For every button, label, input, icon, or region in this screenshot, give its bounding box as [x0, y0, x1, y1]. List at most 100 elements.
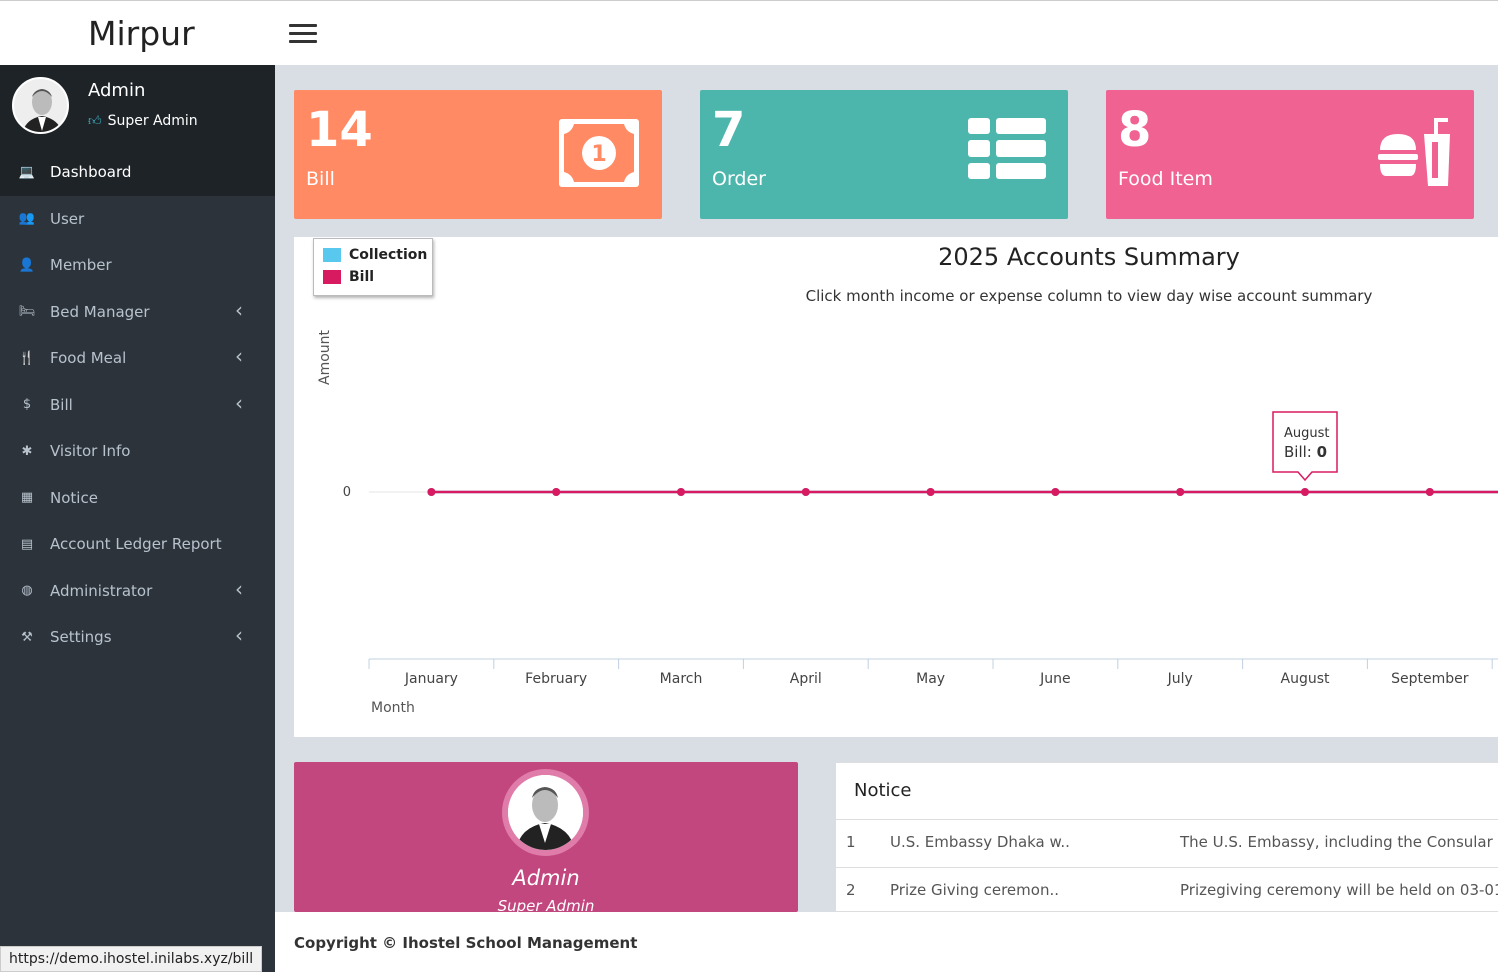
x-tick-label: April	[790, 671, 822, 687]
sidebar-item-label: Bed Manager	[50, 302, 150, 321]
sidebar-item-administrator[interactable]: ◍ Administrator ‹	[0, 568, 275, 615]
sidebar-item-food-meal[interactable]: 🍴 Food Meal ‹	[0, 335, 275, 382]
bill-count: 14	[306, 102, 373, 158]
data-point-bill	[677, 488, 685, 496]
sidebar-item-settings[interactable]: ⚒ Settings ‹	[0, 614, 275, 661]
gavel-icon: ⚒	[21, 629, 33, 645]
notice-panel: Notice 1 U.S. Embassy Dhaka w.. The U.S.…	[835, 762, 1498, 912]
notice-desc-cell: Prizegiving ceremony will be held on 03-…	[1180, 881, 1498, 899]
notice-title-cell: U.S. Embassy Dhaka w..	[890, 833, 1070, 851]
sidebar-item-label: Account Ledger Report	[50, 535, 222, 554]
sidebar: Admin 👍︎ Super Admin 💻 Dashboard 👥 User 👤 Memb…	[0, 65, 275, 972]
notice-number: 1	[846, 833, 856, 851]
profile-card: Admin Super Admin	[294, 762, 798, 915]
chart-title: 2025 Accounts Summary	[938, 243, 1240, 271]
sidebar-item-label: Notice	[50, 488, 98, 507]
calendar-icon: ▦	[20, 490, 34, 506]
list-icon	[968, 118, 1046, 184]
fast-food-icon	[1376, 118, 1454, 192]
order-count: 7	[712, 102, 746, 158]
tooltip-value: Bill: 0	[1284, 443, 1327, 461]
sidebar-item-label: Food Meal	[50, 349, 127, 368]
copyright-text: Copyright © Ihostel School Management	[294, 934, 638, 952]
menu-toggle-icon[interactable]	[289, 24, 317, 44]
sidebar-item-member[interactable]: 👤 Member	[0, 242, 275, 289]
data-point-bill	[1425, 488, 1434, 496]
brand-logo[interactable]: Mirpur	[88, 14, 195, 53]
sidebar-menu: 💻 Dashboard 👥 User 👤 Member 🛏 Bed Manager ‹ 🍴 Food…	[0, 149, 275, 661]
legend-swatch	[323, 248, 341, 262]
data-point-bill	[427, 488, 436, 496]
footer: Copyright © Ihostel School Management	[275, 912, 1498, 972]
table-row[interactable]: 2 Prize Giving ceremon.. Prizegiving cer…	[836, 868, 1498, 911]
data-point-bill	[1301, 488, 1309, 496]
notice-number: 2	[846, 881, 856, 899]
accounts-summary-chart: January February March April May June July Augu…	[294, 237, 1498, 737]
x-tick-label: September	[1391, 671, 1469, 687]
sidebar-item-bed-manager[interactable]: 🛏 Bed Manager ‹	[0, 289, 275, 336]
chevron-left-icon: ‹	[235, 344, 243, 368]
legend-item-collection[interactable]: Collection	[323, 247, 427, 263]
stat-card-bill[interactable]: 14 Bill 1	[294, 90, 662, 219]
notice-title-cell: Prize Giving ceremon..	[890, 881, 1059, 899]
legend-label: Collection	[349, 247, 428, 263]
chart-canvas[interactable]: January February March April May June July Augu…	[294, 237, 1498, 737]
chevron-left-icon: ‹	[235, 576, 243, 601]
profile-avatar	[502, 769, 589, 856]
bed-icon: 🛏	[18, 304, 36, 320]
notice-title: Notice	[836, 763, 1498, 820]
x-tick-label: January	[404, 671, 458, 687]
notice-desc-cell: The U.S. Embassy, including the Consular…	[1180, 833, 1498, 851]
calculator-icon: ▤	[20, 536, 34, 552]
sidebar-item-label: User	[50, 209, 85, 228]
x-tick-label: February	[525, 671, 587, 687]
order-label: Order	[712, 168, 766, 190]
sidebar-item-label: Member	[50, 256, 112, 275]
data-point-bill	[1176, 488, 1185, 496]
dollar-icon: $	[22, 397, 32, 413]
food-count: 8	[1118, 102, 1152, 158]
x-tick-label: July	[1167, 671, 1193, 687]
legend-label: Bill	[349, 269, 375, 285]
stat-card-food[interactable]: 8 Food Item	[1106, 90, 1474, 219]
legend-swatch	[323, 270, 341, 284]
bill-label: Bill	[306, 168, 335, 190]
sidebar-item-user[interactable]: 👥 User	[0, 196, 275, 243]
laptop-icon: 💻	[18, 164, 36, 180]
sidebar-item-label: Bill	[50, 395, 73, 414]
sidebar-item-dashboard[interactable]: 💻 Dashboard	[0, 149, 275, 196]
user-name: Admin	[88, 80, 146, 101]
sidebar-item-label: Settings	[50, 628, 112, 647]
chevron-left-icon: ‹	[235, 623, 243, 647]
data-point-bill	[552, 488, 561, 496]
sidebar-item-account-ledger-report[interactable]: ▤ Account Ledger Report	[0, 521, 275, 568]
thumbs-up-icon: 👍︎	[88, 114, 102, 129]
x-tick-label: May	[916, 671, 945, 687]
profile-name: Admin	[512, 866, 580, 890]
visitor-icon: ✱	[21, 443, 33, 459]
sidebar-item-bill[interactable]: $ Bill ‹	[0, 382, 275, 429]
sidebar-item-label: Administrator	[50, 581, 153, 600]
sidebar-item-notice[interactable]: ▦ Notice	[0, 475, 275, 522]
user-role-label: Super Admin	[107, 113, 198, 129]
x-tick-label: August	[1281, 671, 1331, 687]
data-point-bill	[1051, 488, 1060, 496]
user-panel: Admin 👍︎ Super Admin	[0, 65, 275, 149]
chevron-left-icon: ‹	[235, 390, 243, 415]
data-point-bill	[926, 488, 935, 496]
sidebar-item-label: Visitor Info	[50, 442, 131, 461]
table-row[interactable]: 1 U.S. Embassy Dhaka w.. The U.S. Embass…	[836, 820, 1498, 868]
legend-item-bill[interactable]: Bill	[323, 269, 374, 285]
data-point-bill	[801, 488, 810, 496]
x-axis-title: Month	[371, 700, 415, 716]
chart-legend: Collection Bill	[313, 238, 433, 296]
cutlery-icon: 🍴	[18, 350, 36, 366]
status-url: https://demo.ihostel.inilabs.xyz/bill	[0, 946, 263, 972]
sidebar-item-visitor-info[interactable]: ✱ Visitor Info	[0, 428, 275, 475]
food-label: Food Item	[1118, 168, 1213, 190]
stat-card-order[interactable]: 7 Order	[700, 90, 1068, 219]
user-icon: 👤	[18, 257, 36, 273]
money-icon: 1	[558, 118, 640, 192]
svg-text:1: 1	[591, 142, 606, 167]
x-tick-label: June	[1039, 671, 1071, 687]
